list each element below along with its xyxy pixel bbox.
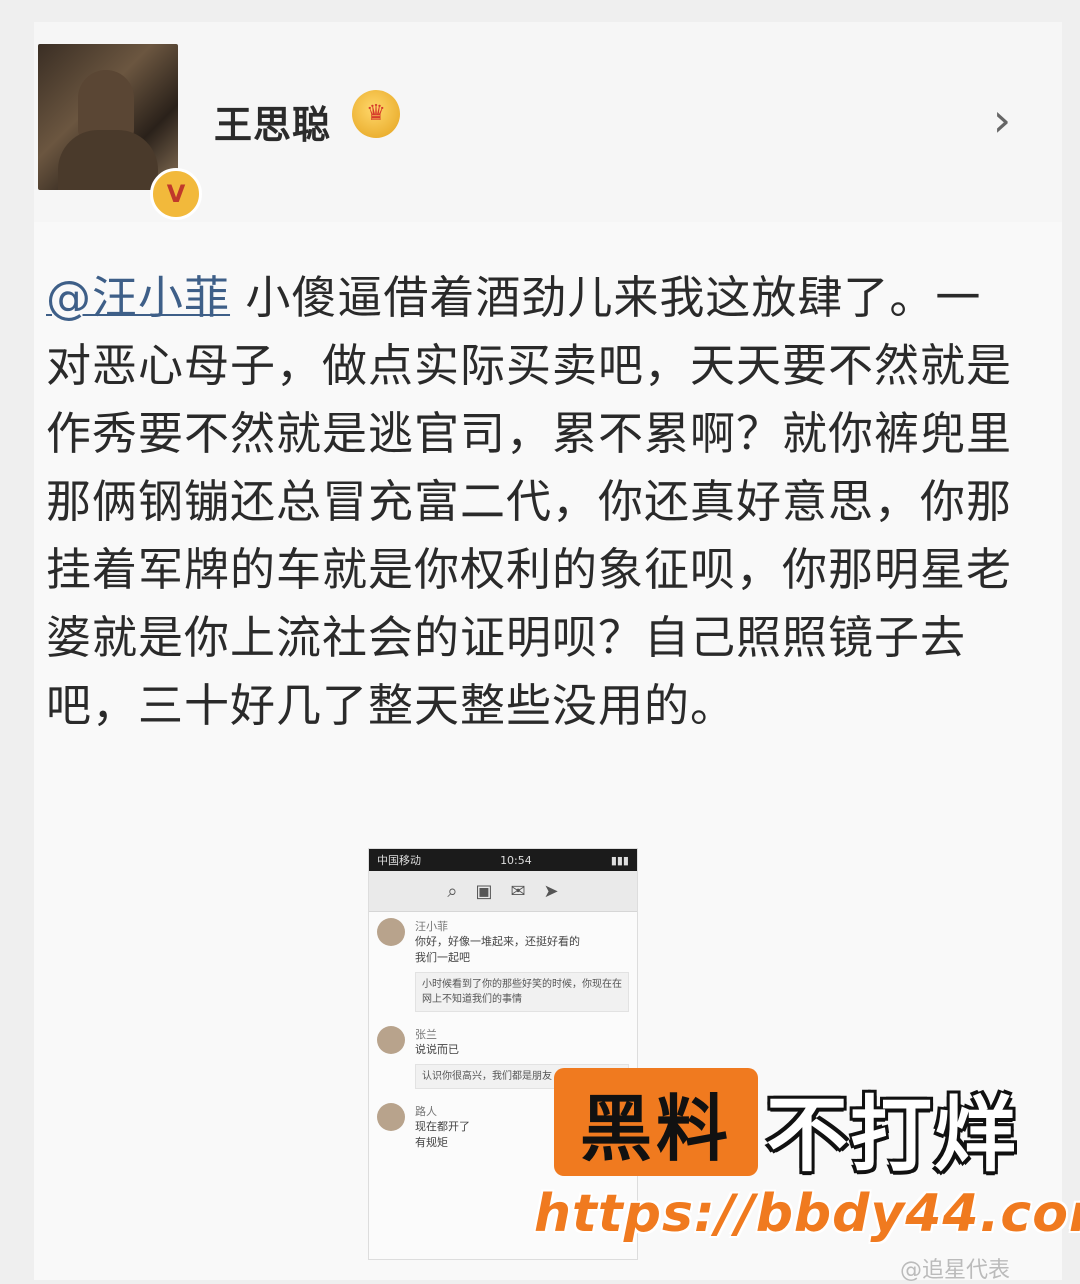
embedded-comment: 汪小菲 你好，好像一堆起来，还挺好看的 我们一起吧 小时候看到了你的那些好笑的时…: [377, 918, 629, 1012]
avatar-body: [58, 130, 158, 190]
username[interactable]: 王思聪: [214, 94, 331, 149]
embedded-avatar: [377, 918, 405, 946]
embedded-comment-quote: 小时候看到了你的那些好笑的时候，你现在在网上不知道我们的事情: [415, 972, 629, 1012]
watermark-logo-box: 黑料: [554, 1068, 758, 1176]
watermark-logo-text: 黑料: [579, 1086, 732, 1171]
embedded-comment-name: 张兰: [415, 1028, 437, 1041]
vip-badge-icon: V: [150, 168, 202, 220]
embedded-status-carrier: 中国移动: [377, 854, 421, 867]
chevron-right-icon[interactable]: ›: [982, 97, 1022, 143]
embedded-status-time: 10:54: [500, 853, 532, 867]
mention-link[interactable]: @汪小菲: [46, 271, 230, 324]
embedded-comment-line: 我们一起吧: [415, 951, 470, 964]
post-text: 小傻逼借着酒劲儿来我这放肆了。一对恶心母子，做点实际买卖吧，天天要不然就是作秀要…: [46, 271, 1013, 732]
embedded-status-battery: ▮▮▮: [610, 853, 629, 867]
embedded-toolbar: ⌕ ▣ ✉ ➤: [369, 871, 637, 912]
embedded-search-icon: ⌕: [447, 880, 458, 902]
embedded-chat-icon: ✉: [510, 880, 526, 902]
avatar[interactable]: [38, 44, 178, 190]
embedded-status-bar: 中国移动 10:54 ▮▮▮: [369, 849, 637, 871]
embedded-avatar: [377, 1026, 405, 1054]
embedded-comment-name: 汪小菲: [415, 920, 448, 933]
embedded-comment-line: 你好，好像一堆起来，还挺好看的: [415, 935, 580, 948]
embedded-avatar: [377, 1103, 405, 1131]
watermark-side-text: 不打烊: [766, 1088, 1019, 1183]
embedded-send-icon: ➤: [543, 880, 559, 902]
embedded-home-icon: ▣: [475, 880, 493, 902]
post-header: V 王思聪 ♛ ›: [34, 22, 1062, 222]
watermark-url: https://bbdy44.com: [534, 1184, 1080, 1244]
embedded-comment-line: 说说而已: [415, 1043, 459, 1056]
crown-icon: ♛: [352, 90, 400, 138]
post-body: @汪小菲 小傻逼借着酒劲儿来我这放肆了。一对恶心母子，做点实际买卖吧，天天要不然…: [46, 264, 1012, 740]
weibo-handle: @追星代表: [900, 1258, 1011, 1283]
